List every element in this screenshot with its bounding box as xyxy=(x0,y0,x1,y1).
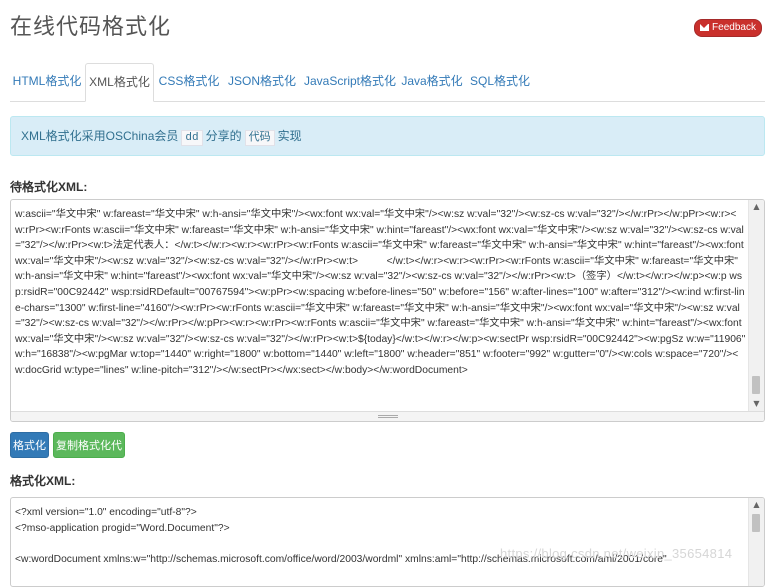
scroll-thumb[interactable] xyxy=(752,376,760,394)
grip-icon xyxy=(377,415,398,418)
info-alert: XML格式化采用OSChina会员 dd 分享的 代码 实现 xyxy=(10,116,765,156)
scroll-up-icon[interactable]: ▲ xyxy=(749,498,764,512)
format-button[interactable]: 格式化 xyxy=(10,432,49,458)
code-link[interactable]: 代码 xyxy=(244,130,275,146)
tab-xml[interactable]: XML格式化 xyxy=(85,63,154,102)
output-label: 格式化XML: xyxy=(10,474,76,488)
tab-javascript[interactable]: JavaScript格式化 xyxy=(302,63,398,100)
scroll-up-icon[interactable]: ▲ xyxy=(749,200,764,214)
feedback-button[interactable]: Feedback xyxy=(694,19,762,37)
watermark: https://blog.csdn.net/weixin_35654814 xyxy=(500,546,733,561)
scroll-thumb[interactable] xyxy=(752,514,760,532)
tab-json[interactable]: JSON格式化 xyxy=(228,63,296,100)
xml-input-text[interactable]: w:ascii="华文中宋" w:fareast="华文中宋" w:h-ansi… xyxy=(15,207,746,409)
tab-css[interactable]: CSS格式化 xyxy=(156,63,222,100)
xml-output-editor[interactable]: <?xml version="1.0" encoding="utf-8"?> <… xyxy=(10,497,765,587)
tab-java[interactable]: Java格式化 xyxy=(400,63,464,100)
copy-formatted-button[interactable]: 复制格式化代码 xyxy=(53,432,125,478)
info-prefix: XML格式化采用OSChina会员 xyxy=(21,129,179,143)
tab-html[interactable]: HTML格式化 xyxy=(10,63,84,100)
xml-input-editor[interactable]: w:ascii="华文中宋" w:fareast="华文中宋" w:h-ansi… xyxy=(10,199,765,422)
format-tabs: HTML格式化 XML格式化 CSS格式化 JSON格式化 JavaScript… xyxy=(10,63,765,102)
input-label: 待格式化XML: xyxy=(10,180,88,194)
scroll-down-icon[interactable]: ▼ xyxy=(749,397,764,411)
member-link[interactable]: dd xyxy=(181,130,203,146)
input-scrollbar[interactable]: ▲ ▼ xyxy=(748,200,764,411)
mail-icon xyxy=(700,24,710,31)
resize-handle[interactable] xyxy=(11,411,764,421)
info-middle: 分享的 xyxy=(205,129,242,143)
feedback-label: Feedback xyxy=(712,22,756,33)
tab-sql[interactable]: SQL格式化 xyxy=(470,63,530,100)
info-suffix: 实现 xyxy=(277,129,302,143)
page-title: 在线代码格式化 xyxy=(10,15,172,40)
